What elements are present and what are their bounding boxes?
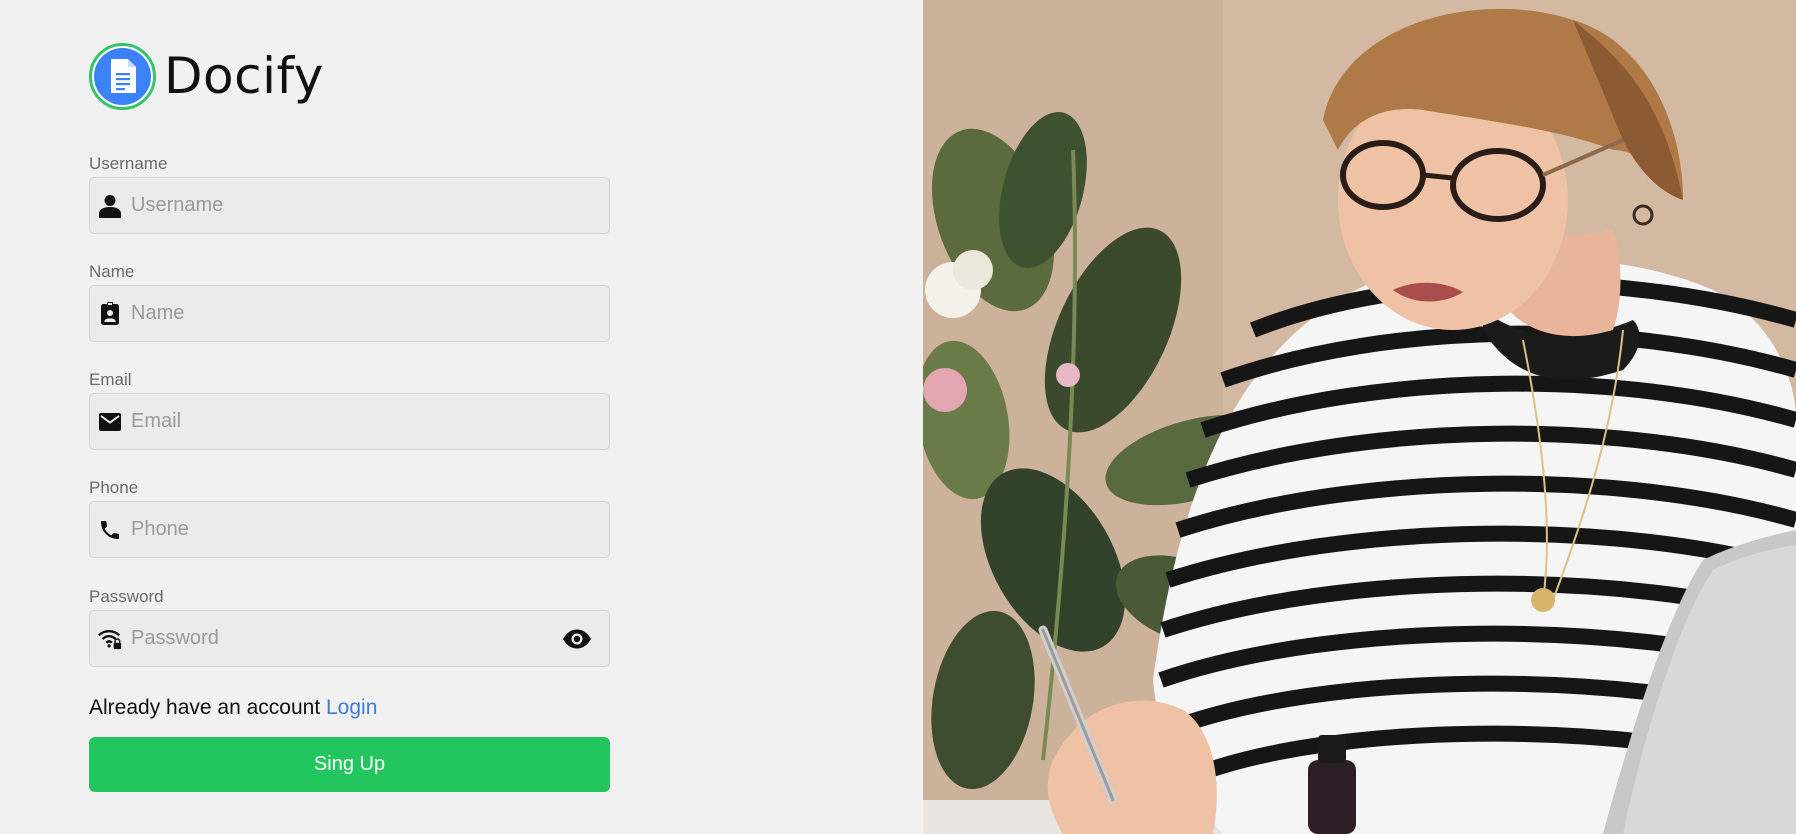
login-prompt: Already have an account Login: [89, 694, 377, 722]
phone-field: [89, 501, 610, 558]
phone-input[interactable]: [131, 502, 609, 557]
username-input[interactable]: [131, 178, 609, 233]
eye-icon[interactable]: [561, 623, 593, 655]
hero-photo: [923, 0, 1796, 834]
username-group: Username: [89, 153, 610, 234]
name-group: Name: [89, 261, 610, 342]
login-prompt-text: Already have an account: [89, 696, 321, 719]
woman-writing-photo: [923, 0, 1796, 834]
envelope-icon: [98, 410, 122, 434]
username-label: Username: [89, 154, 168, 173]
phone-label: Phone: [89, 478, 139, 497]
login-link[interactable]: Login: [326, 696, 377, 719]
logo-badge: [89, 42, 156, 110]
brand-name: Docify: [164, 47, 324, 105]
email-input[interactable]: [131, 394, 609, 449]
person-icon: [98, 194, 122, 218]
wifi-lock-icon: [98, 627, 122, 651]
email-label: Email: [89, 370, 132, 389]
document-icon: [94, 47, 151, 105]
signup-panel: Docify Username Name: [0, 0, 923, 834]
phone-icon: [98, 518, 122, 542]
password-field: [89, 610, 610, 667]
phone-group: Phone: [89, 477, 610, 558]
contact-badge-icon: [98, 301, 122, 326]
name-label: Name: [89, 262, 135, 281]
password-group: Password: [89, 586, 610, 667]
name-input[interactable]: [131, 286, 609, 341]
email-field: [89, 393, 610, 450]
signup-button[interactable]: Sing Up: [89, 737, 610, 792]
brand-logo: Docify: [89, 41, 324, 111]
email-group: Email: [89, 369, 610, 450]
password-label: Password: [89, 587, 164, 606]
name-field: [89, 285, 610, 342]
username-field: [89, 177, 610, 234]
password-input[interactable]: [131, 611, 561, 666]
